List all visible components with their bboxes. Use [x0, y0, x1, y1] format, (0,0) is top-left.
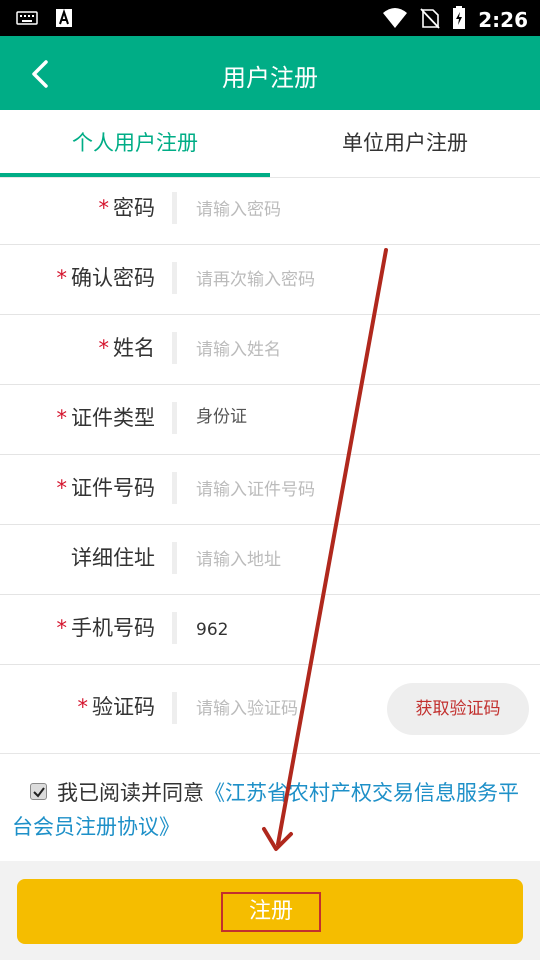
- confirm-password-label: 确认密码: [71, 266, 155, 290]
- register-button-label: 注册: [221, 892, 321, 932]
- bottom-area: 注册: [0, 862, 540, 960]
- password-input[interactable]: [196, 175, 376, 245]
- name-label: 姓名: [113, 336, 155, 360]
- verification-code-label: 验证码: [92, 695, 155, 719]
- no-sim-icon: [420, 7, 440, 33]
- font-a-icon: [56, 8, 72, 31]
- phone-input[interactable]: [196, 595, 376, 665]
- agreement-prefix: 我已阅读并同意: [57, 781, 204, 805]
- password-row: * 密码: [0, 175, 540, 245]
- app-bar: 用户注册: [0, 36, 540, 110]
- battery-charging-icon: [452, 6, 466, 34]
- confirm-password-input[interactable]: [196, 245, 376, 315]
- required-mark: *: [56, 616, 68, 640]
- keyboard-icon: [16, 10, 38, 30]
- agreement-section: 我已阅读并同意《江苏省农村产权交易信息服务平台会员注册协议》: [0, 753, 540, 861]
- required-mark: *: [98, 336, 110, 360]
- tab-bar: 个人用户注册 单位用户注册: [0, 110, 540, 178]
- registration-form: *密码 *确认密码 *姓名 *证件类型 身份证 *证件号码 详细住址 *手机号码…: [0, 175, 540, 753]
- divider: [172, 262, 177, 294]
- id-type-label: 证件类型: [71, 406, 155, 430]
- register-button[interactable]: 注册: [17, 879, 523, 944]
- required-mark: *: [56, 406, 68, 430]
- name-input[interactable]: [196, 315, 376, 385]
- agreement-text: 我已阅读并同意《江苏省农村产权交易信息服务平台会员注册协议》: [12, 776, 532, 844]
- confirm-password-row: * 确认密码: [0, 245, 540, 315]
- required-mark: *: [98, 196, 110, 220]
- name-row: * 姓名: [0, 315, 540, 385]
- tab-company-registration[interactable]: 单位用户注册: [270, 110, 540, 178]
- address-label: 详细住址: [71, 546, 155, 570]
- page-title: 用户注册: [222, 64, 318, 92]
- wifi-icon: [382, 7, 408, 33]
- id-type-row: * 证件类型 身份证: [0, 385, 540, 455]
- phone-label: 手机号码: [71, 616, 155, 640]
- status-time: 2:26: [478, 8, 528, 32]
- status-bar: 2:26: [0, 0, 540, 36]
- required-mark: *: [56, 266, 68, 290]
- verification-code-input[interactable]: [196, 665, 376, 753]
- id-number-label: 证件号码: [71, 476, 155, 500]
- required-mark: *: [77, 695, 89, 719]
- id-type-select[interactable]: 身份证: [196, 385, 376, 455]
- divider: [172, 542, 177, 574]
- address-row: 详细住址: [0, 525, 540, 595]
- password-label: 密码: [113, 196, 155, 220]
- phone-row: * 手机号码: [0, 595, 540, 665]
- required-mark: *: [56, 476, 68, 500]
- divider: [172, 472, 177, 504]
- get-verification-code-button[interactable]: 获取验证码: [387, 683, 529, 735]
- address-input[interactable]: [196, 525, 376, 595]
- divider: [172, 192, 177, 224]
- divider: [172, 692, 177, 724]
- divider: [172, 332, 177, 364]
- tab-personal-registration[interactable]: 个人用户注册: [0, 110, 270, 178]
- divider: [172, 402, 177, 434]
- id-number-row: * 证件号码: [0, 455, 540, 525]
- divider: [172, 612, 177, 644]
- id-number-input[interactable]: [196, 455, 376, 525]
